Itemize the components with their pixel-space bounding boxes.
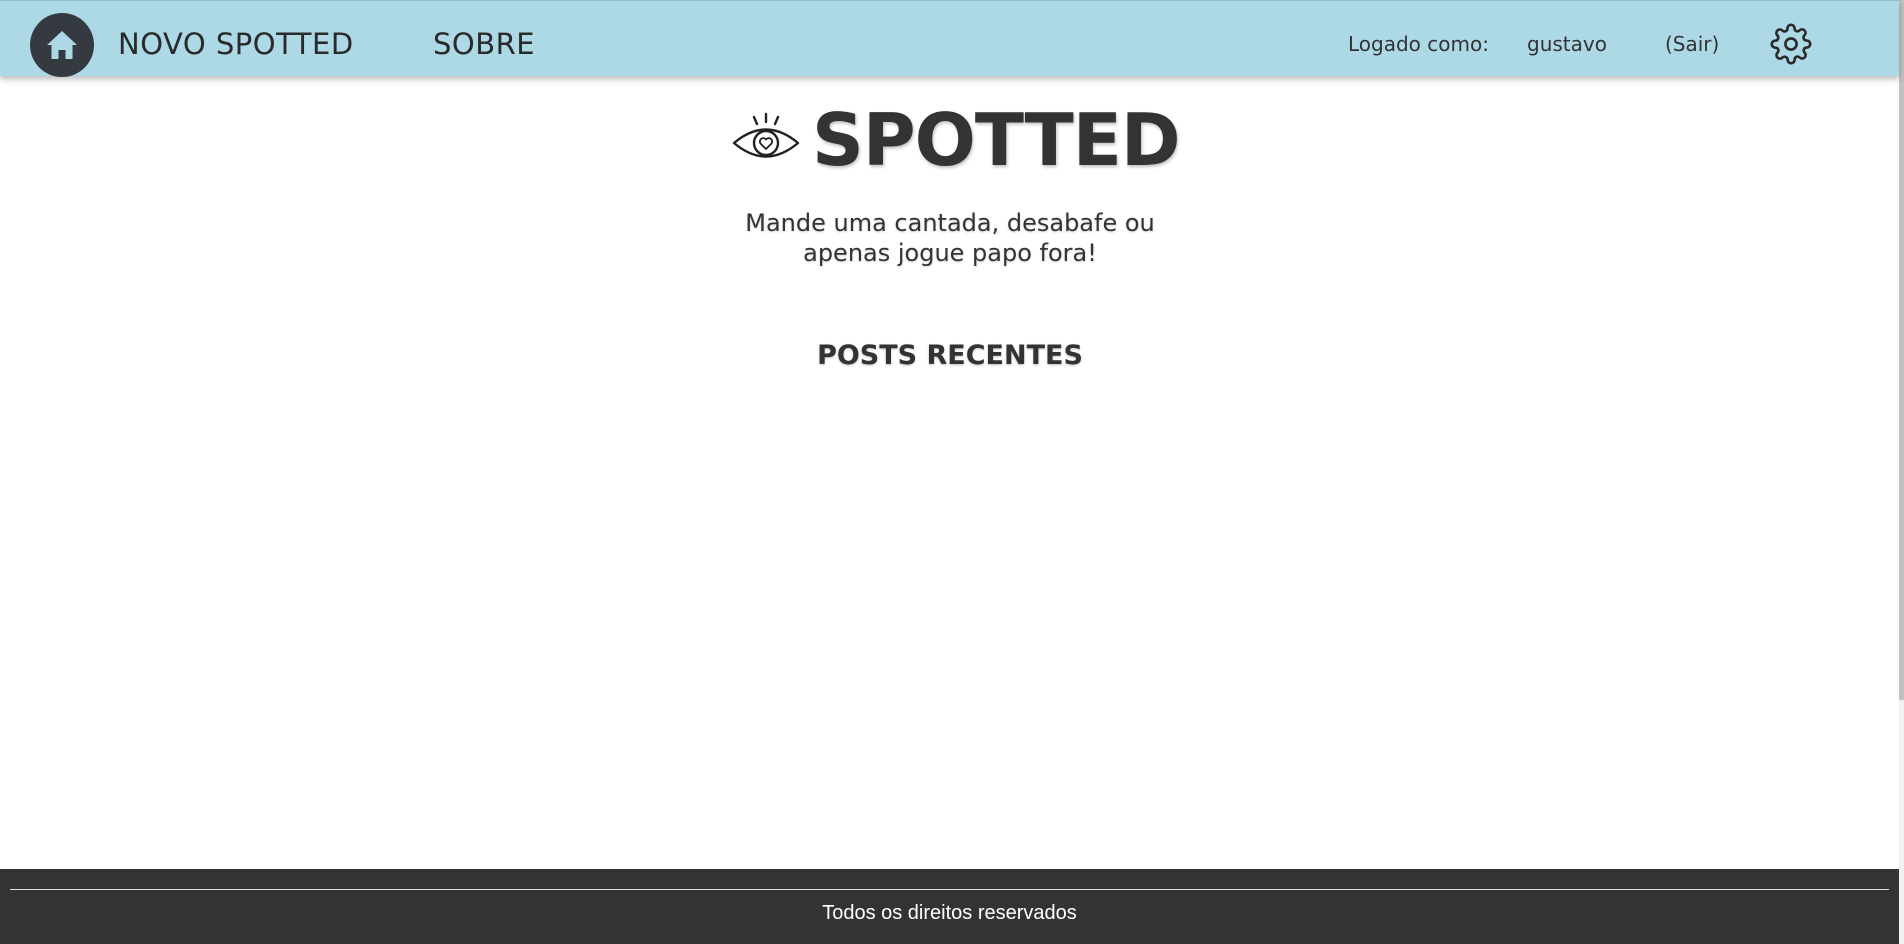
scrollbar-thumb[interactable] (1899, 0, 1904, 700)
tagline-line-1: Mande uma cantada, desabafe ou (745, 209, 1155, 237)
vertical-scrollbar[interactable] (1899, 0, 1904, 944)
nav-new-spotted-link[interactable]: NOVO SPOTTED (118, 27, 354, 61)
home-icon (47, 31, 77, 59)
home-button[interactable] (30, 13, 94, 77)
logged-in-label: Logado como: (1348, 32, 1489, 56)
recent-posts-heading: POSTS RECENTES (817, 340, 1083, 371)
settings-button[interactable] (1770, 23, 1812, 65)
footer: Todos os direitos reservados (0, 869, 1899, 944)
gear-icon (1770, 23, 1812, 65)
page: NOVO SPOTTED SOBRE Logado como: gustavo … (0, 0, 1904, 944)
top-navbar: NOVO SPOTTED SOBRE Logado como: gustavo … (0, 0, 1899, 77)
nav-about-link[interactable]: SOBRE (433, 27, 535, 61)
eye-heart-icon (732, 112, 800, 158)
tagline-line-2: apenas jogue papo fora! (803, 239, 1097, 267)
brand-logo: SPOTTED (732, 98, 1181, 182)
username: gustavo (1527, 32, 1607, 56)
logout-link[interactable]: (Sair) (1665, 32, 1719, 56)
tagline: Mande uma cantada, desabafe ou apenas jo… (700, 208, 1200, 268)
footer-divider (10, 889, 1889, 890)
brand-title: SPOTTED (812, 98, 1181, 182)
recent-posts-list (500, 390, 1400, 850)
footer-copyright: Todos os direitos reservados (822, 902, 1077, 924)
